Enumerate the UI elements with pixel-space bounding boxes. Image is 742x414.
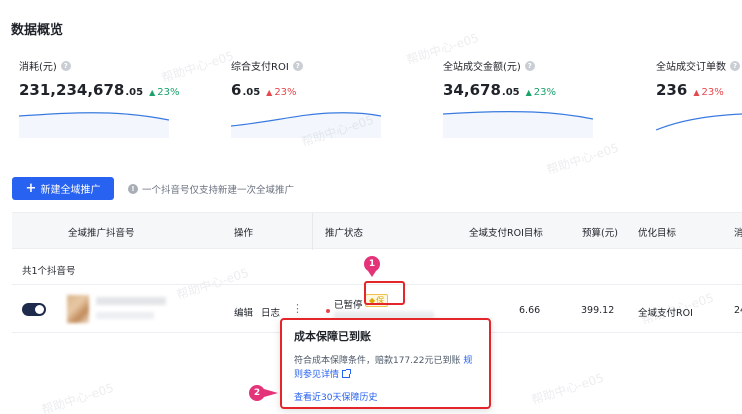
avatar <box>67 295 89 323</box>
arrow-up-icon: ▲ <box>525 88 532 97</box>
plus-icon: + <box>25 181 37 196</box>
create-button-label: 新建全域推广 <box>40 185 101 196</box>
metric-value: 236 <box>656 81 688 99</box>
badge-highlight-box <box>364 281 405 305</box>
status-text: 已暂停 <box>334 300 363 311</box>
metric-value-fraction: .05 <box>125 87 144 98</box>
metric-change: ▲ 23% <box>693 87 723 98</box>
hint-text: 一个抖音号仅支持新建一次全域推广 <box>142 185 295 196</box>
metric-label: 全站成交订单数 <box>656 62 726 73</box>
section-title: 数据概览 <box>11 23 64 38</box>
metric-value-fraction: .05 <box>242 87 261 98</box>
column-header-status[interactable]: 推广状态 <box>325 225 363 239</box>
external-link-icon <box>342 369 352 378</box>
sparkline <box>443 111 593 138</box>
metric-card-cost: 消耗(元)? 231,234,678.05 ▲ 23% <box>19 58 219 142</box>
column-header-operation[interactable]: 操作 <box>234 225 253 239</box>
log-link[interactable]: 日志 <box>261 305 280 319</box>
step-marker-1: 1 <box>364 256 380 272</box>
popover-body-text: 符合成本保障条件，赔款177.22元已到账 <box>294 356 461 366</box>
sparkline <box>231 112 381 138</box>
metric-change: ▲ 23% <box>149 87 179 98</box>
edit-link[interactable]: 编辑 <box>234 305 253 319</box>
create-promotion-button[interactable]: + 新建全域推广 <box>12 177 114 200</box>
history-link[interactable]: 查看近30天保障历史 <box>294 390 477 403</box>
status-dot <box>326 309 330 313</box>
help-icon[interactable]: ? <box>730 60 740 71</box>
account-id-blurred <box>96 312 154 319</box>
column-header-cost[interactable]: 消 <box>734 225 742 239</box>
help-icon[interactable]: ? <box>524 60 535 71</box>
hint: ! 一个抖音号仅支持新建一次全域推广 <box>128 182 294 196</box>
roi-target-value: 6.66 <box>519 305 541 316</box>
step-marker-1-pointer <box>368 271 376 277</box>
watermark: 帮助中心-e05 <box>39 380 116 414</box>
metric-change-value: 23% <box>157 87 180 98</box>
optimize-goal-value: 全域支付ROI <box>638 308 693 319</box>
metric-label: 全站成交金额(元) <box>443 62 521 73</box>
watermark: 帮助中心-e05 <box>544 140 621 178</box>
budget-value: 399.12 <box>581 305 615 316</box>
metric-change-value: 23% <box>274 87 297 98</box>
promotion-toggle[interactable] <box>22 303 46 316</box>
account-name-blurred <box>96 297 166 305</box>
arrow-up-icon: ▲ <box>266 88 273 97</box>
step-marker-2: 2 <box>249 385 265 401</box>
help-icon[interactable]: ? <box>292 60 303 71</box>
metric-label: 消耗(元) <box>19 62 57 73</box>
metric-change: ▲ 23% <box>526 87 556 98</box>
metric-card-gmv: 全站成交金额(元)? 34,678.05 ▲ 23% <box>443 58 643 142</box>
column-header-roi-target[interactable]: 全域支付ROI目标 <box>469 225 543 239</box>
popover-title: 成本保障已到账 <box>294 330 371 343</box>
cost-value: 24 <box>734 305 742 316</box>
arrow-up-icon: ▲ <box>693 88 700 97</box>
metric-value-fraction: .05 <box>501 87 520 98</box>
metric-value: 6 <box>231 81 242 99</box>
metric-change: ▲ 23% <box>266 87 296 98</box>
help-icon[interactable]: ? <box>60 60 71 71</box>
metric-label: 综合支付ROI <box>231 62 289 73</box>
more-icon[interactable]: ⋮ <box>292 302 303 315</box>
watermark: 帮助中心-e05 <box>529 370 606 408</box>
info-icon: ! <box>128 184 138 194</box>
guarantee-popover: 成本保障已到账 符合成本保障条件，赔款177.22元已到账 规则参见详情 查看近… <box>280 318 491 409</box>
group-label: 共1个抖音号 <box>22 266 76 277</box>
popover-body: 符合成本保障条件，赔款177.22元已到账 规则参见详情 <box>294 354 477 382</box>
arrow-up-icon: ▲ <box>149 88 156 97</box>
table-header: 全域推广抖音号 操作 推广状态 全域支付ROI目标 预算(元) 优化目标 消 <box>12 212 742 250</box>
sparkline <box>19 112 169 138</box>
column-header-account[interactable]: 全域推广抖音号 <box>68 225 135 239</box>
metric-card-orders: 全站成交订单数? 236 ▲ 23% <box>656 58 742 142</box>
metric-value: 34,678 <box>443 81 501 99</box>
metric-card-roi: 综合支付ROI? 6.05 ▲ 23% <box>231 58 431 142</box>
metric-change-value: 23% <box>701 87 724 98</box>
step-marker-2-pointer <box>264 389 278 397</box>
column-header-budget[interactable]: 预算(元) <box>582 225 618 239</box>
sparkline <box>656 113 742 131</box>
metric-value: 231,234,678 <box>19 81 125 99</box>
metric-change-value: 23% <box>533 87 556 98</box>
column-header-goal[interactable]: 优化目标 <box>638 225 676 239</box>
